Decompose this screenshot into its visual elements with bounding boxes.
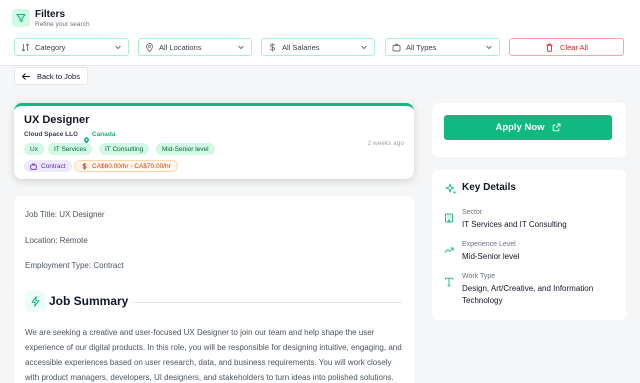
filter-icon [12,9,30,27]
separator-dot: • [76,131,79,138]
trending-up-icon [444,242,454,253]
job-type-label: Contract [41,162,66,170]
type-select[interactable]: All Types [385,38,500,56]
category-select-label: Category [35,42,66,52]
job-title-line: Job Title: UX Designer [25,210,105,219]
back-to-jobs-button[interactable]: Back to Jobs [14,67,88,85]
apply-card: Apply Now [432,103,626,157]
sort-icon [21,42,30,52]
chevron-down-icon [237,43,245,51]
job-summary-heading: Job Summary [49,294,129,308]
sector-value: IT Services and IT Consulting [462,220,567,229]
job-description-card: Job Title: UX Designer Location: Remote … [14,196,414,383]
posted-time: 2 weeks ago [367,140,405,147]
chevron-down-icon [114,43,122,51]
dollar-icon [268,43,277,52]
job-type-badge: Contract [24,160,72,172]
type-select-label: All Types [406,42,437,52]
job-title: UX Designer [24,114,90,126]
salary-select[interactable]: All Salaries [261,38,375,56]
sector-label: Sector [462,209,483,216]
divider [132,302,402,303]
experience-label: Experience Level [462,241,516,248]
lightning-icon [25,291,46,312]
company-name[interactable]: Cloud Space LLC [24,131,78,138]
key-details-card: Key Details Sector IT Services and IT Co… [432,170,626,320]
apply-now-button[interactable]: Apply Now [444,115,612,140]
work-type-label: Work Type [462,273,496,280]
clear-all-button[interactable]: Clear All [509,38,624,56]
key-details-heading: Key Details [462,182,516,193]
location-pin-icon [83,131,90,144]
salary-select-label: All Salaries [282,42,320,52]
employment-type-line: Employment Type: Contract [25,261,124,270]
briefcase-icon [30,163,37,170]
external-link-icon [552,123,561,132]
location-select-label: All Locations [159,42,202,52]
filters-title: Filters [35,9,66,20]
text-type-icon [444,274,454,287]
sparkle-icon [445,182,457,195]
job-location: Canada [92,131,116,138]
tag-it-consulting: IT Consulting [99,143,150,155]
chevron-down-icon [360,43,368,51]
work-type-value: Design, Art/Creative, and Information Te… [462,284,594,305]
map-pin-icon [145,42,154,52]
experience-value: Mid-Senior level [462,252,520,261]
apply-now-label: Apply Now [495,122,545,133]
salary-label: CA$60.00/hr - CA$70.00/hr [92,162,171,170]
location-select[interactable]: All Locations [138,38,252,56]
chevron-down-icon [485,43,493,51]
category-select[interactable]: Category [14,38,129,56]
arrow-left-icon [21,72,31,81]
building-icon [444,210,454,223]
filters-bar: Filters Refine your search Category All … [0,0,640,66]
job-header-card: UX Designer Cloud Space LLC • Canada 2 w… [14,103,414,179]
briefcase-icon [392,43,401,52]
salary-badge: CA$60.00/hr - CA$70.00/hr [74,160,178,172]
trash-icon [545,43,554,52]
tag-ux: Ux [24,143,44,155]
clear-all-label: Clear All [560,42,588,52]
back-to-jobs-label: Back to Jobs [37,71,80,81]
location-line: Location: Remote [25,236,88,245]
filters-subtitle: Refine your search [35,21,90,28]
job-summary-text: We are seeking a creative and user-focus… [25,328,402,382]
tag-mid-senior: Mid-Senior level [156,143,215,155]
dollar-icon [81,162,88,170]
tag-it-services: IT Services [48,143,93,155]
